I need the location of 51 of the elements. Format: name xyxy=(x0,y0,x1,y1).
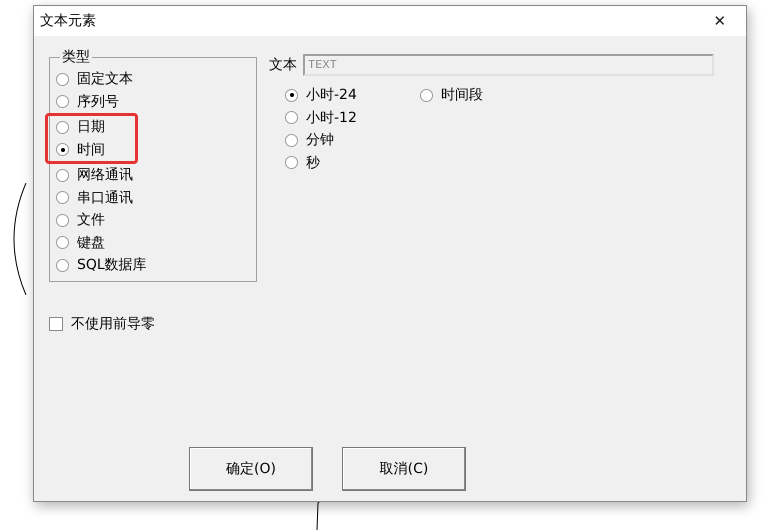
radio-button[interactable] xyxy=(285,88,298,102)
radio-option[interactable]: 小时-24 xyxy=(285,84,380,106)
group-title: 类型 xyxy=(61,48,91,66)
option-label: 小时-12 xyxy=(306,108,357,127)
radio-option[interactable]: 分钟 xyxy=(285,129,380,152)
radio-button[interactable] xyxy=(285,156,298,170)
radio-option[interactable]: 时间段 xyxy=(420,84,515,106)
radio-option[interactable]: 秒 xyxy=(285,152,380,174)
option-label: 键盘 xyxy=(77,234,105,252)
radio-option[interactable]: 网络通讯 xyxy=(56,164,256,186)
radio-option[interactable]: 键盘 xyxy=(56,232,256,254)
radio-button[interactable] xyxy=(56,143,69,156)
radio-button[interactable] xyxy=(56,236,69,250)
radio-button[interactable] xyxy=(285,111,298,124)
radio-button[interactable] xyxy=(56,258,69,272)
radio-button[interactable] xyxy=(56,168,69,182)
radio-option[interactable]: 时间 xyxy=(56,138,105,161)
option-label: 分钟 xyxy=(306,131,334,150)
checkbox-option[interactable]: 不使用前导零 xyxy=(49,315,746,333)
radio-button[interactable] xyxy=(56,72,69,86)
checkbox[interactable] xyxy=(49,317,63,331)
radio-option[interactable]: 文件 xyxy=(56,209,256,232)
radio-option[interactable]: 小时-12 xyxy=(285,106,380,129)
field-label: 文本 xyxy=(269,56,297,74)
window-title: 文本元素 xyxy=(40,12,96,30)
cancel-button[interactable]: 取消(C) xyxy=(342,447,466,491)
option-label: 时间段 xyxy=(441,86,483,104)
radio-option[interactable]: 日期 xyxy=(56,116,105,138)
checkbox-label: 不使用前导零 xyxy=(71,315,155,333)
option-label: 文件 xyxy=(77,211,105,230)
option-label: 固定文本 xyxy=(77,70,133,88)
option-label: 序列号 xyxy=(77,92,119,111)
radio-button[interactable] xyxy=(56,95,69,108)
option-label: 时间 xyxy=(77,140,105,159)
radio-option[interactable]: 固定文本 xyxy=(56,68,256,90)
option-label: 秒 xyxy=(306,154,320,172)
radio-button[interactable] xyxy=(56,120,69,134)
close-button[interactable]: ✕ xyxy=(702,7,738,35)
option-label: 小时-24 xyxy=(306,86,357,104)
option-label: SQL数据库 xyxy=(77,256,147,274)
radio-option[interactable]: SQL数据库 xyxy=(56,254,256,276)
radio-button[interactable] xyxy=(285,134,298,147)
radio-option[interactable]: 序列号 xyxy=(56,90,256,113)
option-label: 串口通讯 xyxy=(77,188,133,207)
option-label: 网络通讯 xyxy=(77,166,133,184)
radio-button[interactable] xyxy=(56,214,69,227)
radio-option[interactable]: 串口通讯 xyxy=(56,186,256,209)
ok-button[interactable]: 确定(O) xyxy=(189,447,313,491)
option-label: 日期 xyxy=(77,118,105,136)
radio-button[interactable] xyxy=(420,88,433,102)
radio-button[interactable] xyxy=(56,191,69,204)
